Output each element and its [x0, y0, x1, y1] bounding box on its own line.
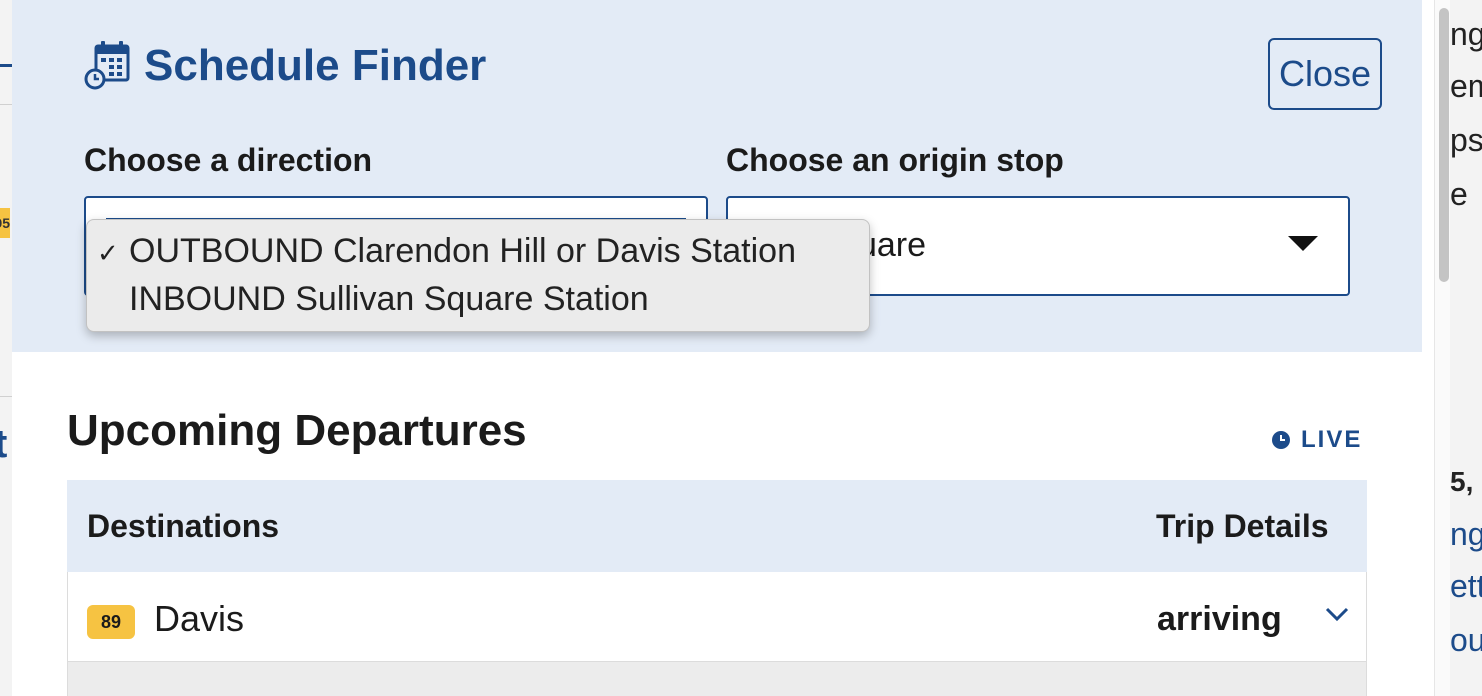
background-text-fragment: ng — [1450, 16, 1482, 52]
live-label: LIVE — [1301, 426, 1363, 453]
table-header: Destinations Trip Details — [67, 480, 1367, 572]
clock-icon — [1272, 431, 1290, 449]
background-page-right: ng em ps e 5, 2 ng ett ou — [1450, 0, 1482, 696]
direction-label: Choose a direction — [84, 142, 373, 178]
scrollbar-thumb[interactable] — [1439, 8, 1449, 282]
checkmark-icon: ✓ — [97, 238, 119, 268]
background-heading-fragment: t — [0, 422, 8, 466]
table-row[interactable]: 89 Davis arriving — [67, 572, 1367, 662]
background-divider — [0, 104, 12, 105]
background-date-fragment: 5, 2 — [1450, 466, 1482, 497]
trip-status: arriving — [1157, 600, 1282, 638]
background-text-fragment: e — [1450, 176, 1468, 212]
modal-title: Schedule Finder — [144, 41, 487, 90]
chevron-down-icon[interactable] — [1325, 606, 1349, 622]
background-link-fragment: ng — [1450, 516, 1482, 552]
live-indicator: LIVE — [1271, 426, 1362, 454]
direction-option-inbound[interactable]: INBOUND Sullivan Square Station — [129, 280, 649, 319]
background-text-fragment: ps — [1450, 122, 1482, 158]
schedule-finder-header: Schedule Finder Close Choose a direction… — [12, 0, 1422, 352]
calendar-clock-icon — [84, 41, 130, 90]
background-divider — [0, 396, 12, 397]
modal-title-row: Schedule Finder — [84, 40, 486, 92]
background-nav-underline — [0, 64, 12, 67]
direction-option-outbound[interactable]: OUTBOUND Clarendon Hill or Davis Station — [129, 232, 796, 271]
route-badge: 89 — [87, 605, 135, 639]
departures-table: Destinations Trip Details 89 Davis arriv… — [67, 480, 1367, 696]
direction-options-list: ✓ OUTBOUND Clarendon Hill or Davis Stati… — [86, 219, 870, 332]
upcoming-departures-heading: Upcoming Departures — [67, 406, 527, 455]
origin-stop-label: Choose an origin stop — [726, 142, 1064, 178]
destination-name: Davis — [154, 598, 245, 639]
column-header-trip-details: Trip Details — [1156, 508, 1329, 544]
caret-down-icon — [1288, 236, 1318, 251]
background-link-fragment: ou — [1450, 622, 1482, 658]
column-header-destinations: Destinations — [87, 508, 280, 544]
background-route-badge: 95 — [0, 208, 10, 238]
schedule-finder-modal: Schedule Finder Close Choose a direction… — [12, 0, 1450, 696]
close-button[interactable]: Close — [1268, 38, 1382, 110]
modal-scrollbar[interactable] — [1434, 0, 1450, 696]
background-page-left: 95 t — [0, 0, 12, 696]
table-row-partial — [67, 662, 1367, 696]
background-text-fragment: em — [1450, 68, 1482, 104]
background-link-fragment: ett — [1450, 568, 1482, 604]
